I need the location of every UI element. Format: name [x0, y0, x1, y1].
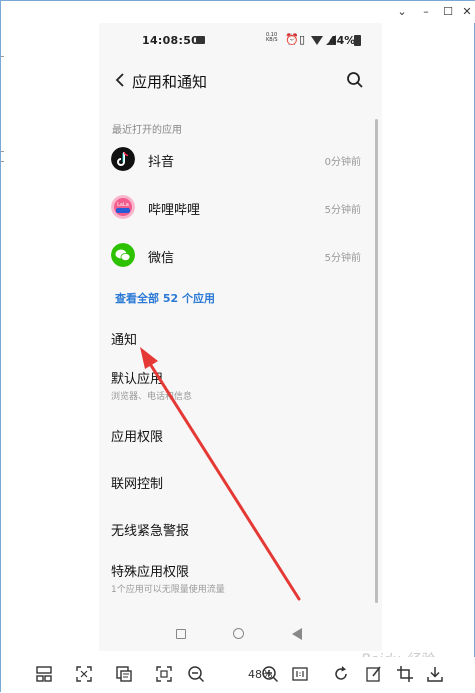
phone-screenshot: 14:08:50 0.10 KB/S ⏰ ▯ 44% 应用和通知 最近打开的应用 [99, 23, 382, 651]
menu-item-network-control[interactable]: 联网控制 [111, 473, 371, 492]
menu-item-special-permissions[interactable]: 特殊应用权限 1个应用可以无限量使用流量 [111, 561, 371, 595]
network-speed: 0.10 KB/S [266, 32, 278, 43]
home-icon[interactable] [233, 628, 244, 639]
fit-window-icon[interactable] [74, 664, 94, 684]
edit-icon[interactable] [364, 664, 384, 684]
status-bar: 14:08:50 0.10 KB/S ⏰ ▯ 44% [99, 23, 382, 57]
minimize-icon[interactable]: – [418, 4, 434, 20]
recents-icon[interactable] [176, 629, 186, 639]
actual-size-icon[interactable] [154, 664, 174, 684]
chevron-down-icon[interactable]: ⌄ [394, 4, 410, 20]
recent-app-row-bilibili[interactable]: LaLa 哔哩哔哩 5分钟前 [99, 187, 369, 227]
wechat-app-icon [111, 243, 135, 267]
left-edge-marks [1, 1, 4, 693]
scrollbar[interactable] [375, 119, 378, 603]
back-chevron-icon[interactable] [111, 70, 131, 90]
ocr-icon[interactable] [114, 664, 134, 684]
image-viewer-window: ⌄ – ☐ ✕ 14:08:50 0.10 KB/S ⏰ ▯ 44% 应用和通知 [0, 0, 475, 693]
app-name: 微信 [148, 251, 175, 266]
app-bar: 应用和通知 [99, 61, 382, 101]
menu-item-title: 联网控制 [111, 477, 164, 492]
app-last-used: 5分钟前 [324, 253, 361, 264]
menu-item-subtitle: 1个应用可以无限量使用流量 [111, 585, 225, 595]
gallery-notification-icon [196, 36, 205, 44]
thumbnail-view-icon[interactable] [34, 664, 54, 684]
battery-percent: 44% [329, 34, 356, 47]
battery-icon [354, 35, 361, 46]
menu-item-default-apps[interactable]: 默认应用 浏览器、电话和信息 [111, 368, 371, 402]
page-title: 应用和通知 [132, 73, 208, 91]
recent-app-row-wechat[interactable]: 微信 5分钟前 [99, 235, 369, 275]
viewer-toolbar: 48% [1, 657, 475, 693]
crop-icon[interactable] [395, 664, 415, 684]
wifi-icon [311, 36, 323, 45]
vibrate-icon: ▯ [299, 33, 306, 46]
menu-item-app-permissions[interactable]: 应用权限 [111, 426, 371, 445]
menu-item-subtitle: 浏览器、电话和信息 [111, 392, 193, 402]
menu-item-title: 无线紧急警报 [111, 524, 190, 539]
see-all-apps-link[interactable]: 查看全部 52 个应用 [115, 290, 215, 306]
svg-text:LaLa: LaLa [117, 202, 129, 208]
app-name: 抖音 [148, 155, 175, 170]
douyin-app-icon [111, 147, 135, 171]
zoom-out-icon[interactable] [186, 664, 206, 684]
app-name: 哔哩哔哩 [148, 203, 201, 218]
original-size-icon[interactable] [290, 664, 310, 684]
recent-app-row-douyin[interactable]: 抖音 0分钟前 [99, 139, 369, 179]
close-icon[interactable]: ✕ [459, 4, 475, 20]
alarm-icon: ⏰ [285, 33, 299, 46]
status-time: 14:08:50 [142, 34, 200, 47]
system-nav-bar [99, 621, 382, 651]
search-icon[interactable] [345, 70, 365, 90]
menu-item-title: 通知 [111, 333, 138, 348]
bilibili-app-icon: LaLa [111, 195, 135, 219]
download-icon[interactable] [425, 664, 445, 684]
rotate-icon[interactable] [331, 664, 351, 684]
app-last-used: 0分钟前 [324, 157, 361, 168]
menu-item-title: 默认应用 [111, 372, 164, 387]
maximize-icon[interactable]: ☐ [440, 4, 456, 20]
menu-item-notifications[interactable]: 通知 [111, 329, 371, 348]
menu-item-title: 应用权限 [111, 430, 164, 445]
app-last-used: 5分钟前 [324, 205, 361, 216]
menu-item-emergency-alerts[interactable]: 无线紧急警报 [111, 520, 371, 539]
recent-apps-header: 最近打开的应用 [112, 125, 182, 136]
window-titlebar: ⌄ – ☐ ✕ [1, 1, 475, 23]
menu-item-title: 特殊应用权限 [111, 565, 190, 580]
nav-back-icon[interactable] [292, 628, 302, 640]
zoom-in-icon[interactable] [260, 664, 280, 684]
